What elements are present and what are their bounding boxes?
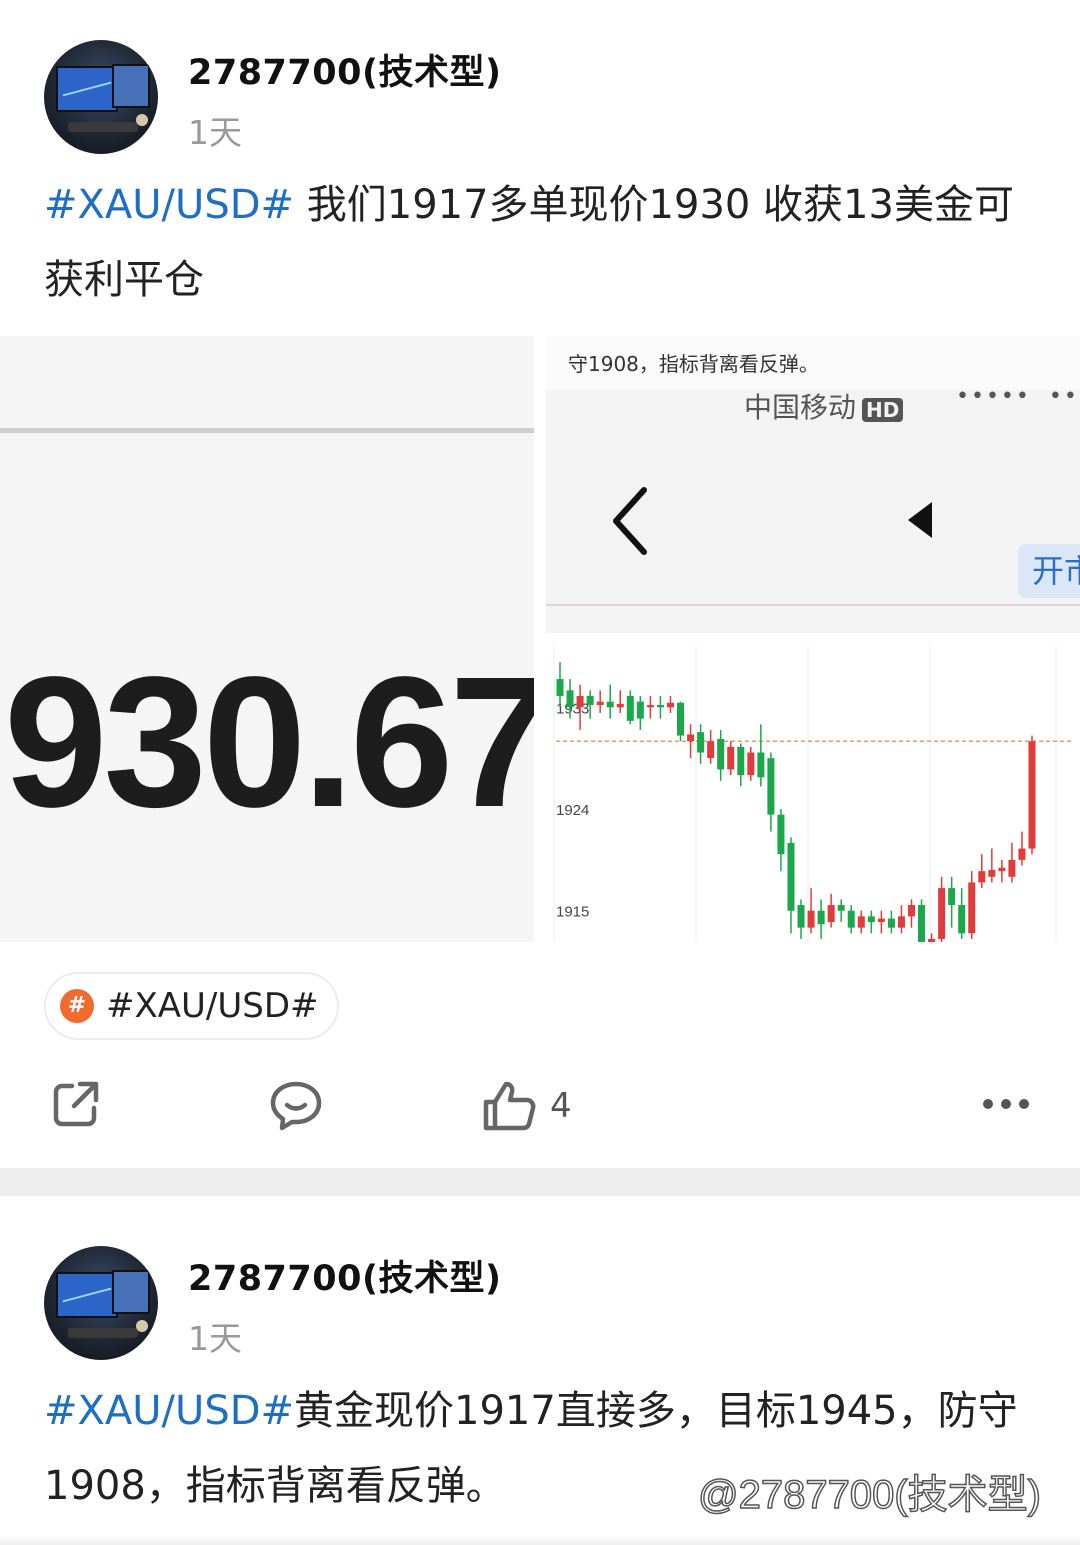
candle-body	[737, 746, 745, 776]
back-arrow-icon	[613, 487, 647, 555]
y-tick-label: 1924	[556, 802, 589, 819]
candle-body	[827, 905, 835, 922]
candle-body	[968, 882, 976, 934]
candle-body	[948, 888, 956, 906]
watermark: @2787700(技术型)	[697, 1472, 1041, 1518]
user-avatar[interactable]	[44, 40, 158, 154]
post-separator	[0, 1168, 1080, 1196]
candle-body	[596, 701, 604, 706]
post-image-price[interactable]: 930.67	[0, 336, 534, 942]
candle-body	[918, 905, 926, 942]
candle-body	[566, 690, 574, 708]
open-market-button: 开市	[1018, 544, 1080, 598]
candle-body	[857, 916, 865, 928]
divider	[0, 428, 534, 433]
caption-strip-text: 守1908，指标背离看反弹。	[568, 352, 819, 376]
candle-body	[867, 916, 875, 922]
price-text: 930.67	[4, 639, 534, 846]
candle-body	[897, 916, 905, 928]
post-1: 2787700(技术型) 1天 #XAU/USD# 我们1917多单现价1930…	[0, 0, 1080, 1168]
more-icon[interactable]	[980, 1096, 1032, 1112]
candle-body	[928, 938, 936, 942]
candle-body	[707, 741, 715, 759]
candle-body	[697, 732, 705, 753]
play-left-icon	[908, 502, 932, 538]
like-count: 4	[550, 1086, 572, 1126]
candle-body	[636, 701, 644, 719]
username[interactable]: 2787700(技术型)	[188, 44, 501, 95]
candle-body	[586, 696, 594, 706]
comment-icon[interactable]	[268, 1078, 324, 1134]
candle-body	[817, 910, 825, 925]
like-icon[interactable]	[482, 1078, 538, 1134]
candle-body	[717, 738, 725, 770]
candle-body	[847, 910, 855, 928]
y-tick-label: 1915	[556, 904, 589, 921]
candle-body	[1028, 741, 1036, 849]
post-image-screenshot[interactable]: 守1908，指标背离看反弹。 中国移动HD ••••• •••••• 开市	[546, 336, 1080, 633]
candle-body	[556, 679, 564, 696]
candle-body	[687, 734, 695, 742]
candle-body	[626, 696, 634, 721]
action-bar: 4	[0, 1070, 1080, 1140]
candle-body	[877, 918, 885, 922]
candle-body	[747, 752, 755, 776]
candle-body	[1008, 859, 1016, 877]
candle-body	[807, 910, 815, 928]
candle-body	[998, 867, 1006, 872]
candle-body	[767, 758, 775, 815]
candle-body	[978, 871, 986, 883]
post-time: 1天	[188, 113, 242, 152]
candle-body	[938, 888, 946, 939]
share-icon[interactable]	[50, 1078, 102, 1130]
post-time: 1天	[188, 1319, 242, 1358]
hashtag-icon: #	[60, 989, 94, 1023]
candle-body	[907, 905, 915, 917]
candle-body	[727, 746, 735, 770]
signal-dots: ••••• ••••••	[956, 384, 1080, 409]
candle-body	[677, 702, 685, 736]
hd-badge: HD	[862, 398, 904, 422]
topic-tag[interactable]: # #XAU/USD#	[44, 972, 339, 1040]
candle-body	[797, 905, 805, 928]
topic-tag-label: #XAU/USD#	[106, 986, 319, 1026]
carrier-label: 中国移动 HD	[744, 386, 904, 426]
candle-body	[606, 701, 614, 708]
candle-body	[576, 696, 584, 708]
divider	[546, 604, 1080, 606]
candle-body	[837, 905, 845, 911]
username[interactable]: 2787700(技术型)	[188, 1250, 501, 1301]
user-avatar[interactable]	[44, 1246, 158, 1360]
candle-body	[787, 842, 795, 911]
candle-body	[656, 705, 664, 708]
candle-body	[958, 905, 966, 934]
candle-body	[666, 702, 674, 708]
candle-body	[777, 814, 785, 855]
bottom-edge	[0, 1535, 1080, 1545]
candlestick-chart: 193319241915	[553, 646, 1072, 942]
candle-body	[988, 870, 996, 877]
candle-body	[757, 752, 765, 778]
candle-body	[1018, 848, 1026, 860]
candle-body	[646, 705, 654, 708]
candle-body	[616, 703, 624, 708]
post-text: #XAU/USD# 我们1917多单现价1930 收获13美金可获利平仓	[44, 168, 1044, 318]
candle-body	[887, 918, 895, 928]
hashtag-link[interactable]: #XAU/USD#	[44, 1388, 294, 1434]
post-image-chart[interactable]: 1933 1924 1915	[546, 646, 1080, 942]
hashtag-link[interactable]: #XAU/USD#	[44, 182, 294, 228]
